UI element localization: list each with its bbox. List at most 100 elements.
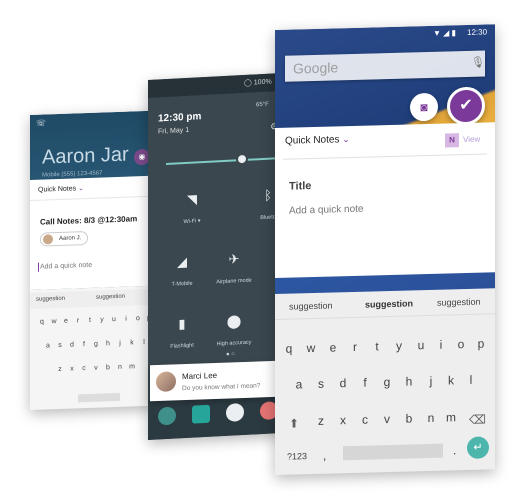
key[interactable]: n: [118, 364, 122, 371]
notification-message: Do you know what I mean?: [182, 382, 261, 393]
key[interactable]: g: [384, 375, 391, 389]
search-logo: Google: [293, 59, 339, 77]
tile-label: Airplane mode: [216, 277, 252, 286]
symbols-key[interactable]: ?123: [287, 451, 307, 462]
onenote-icon[interactable]: N: [445, 133, 459, 148]
airplane-icon: ✈: [228, 251, 240, 267]
key[interactable]: b: [406, 411, 413, 425]
key[interactable]: d: [340, 376, 347, 390]
key[interactable]: y: [396, 339, 402, 353]
key[interactable]: r: [353, 340, 357, 354]
key[interactable]: q: [286, 342, 293, 356]
quick-notes-dropdown[interactable]: Quick Notes ⌄: [38, 184, 84, 194]
brightness-slider[interactable]: [166, 156, 286, 166]
key[interactable]: f: [83, 341, 85, 348]
key[interactable]: t: [89, 317, 91, 324]
key[interactable]: c: [82, 365, 86, 372]
suggestion-item[interactable]: suggestion: [96, 294, 125, 301]
comma-key[interactable]: ,: [323, 449, 326, 463]
key[interactable]: j: [119, 340, 121, 347]
camera-icon: ◙: [420, 100, 428, 115]
space-bar[interactable]: [343, 443, 443, 461]
microphone-icon[interactable]: 🎙: [471, 56, 485, 69]
key[interactable]: v: [94, 365, 98, 372]
message-notification[interactable]: Marci Lee Do you know what I mean?: [150, 360, 278, 402]
weather-temp: 65°F: [256, 101, 269, 109]
key[interactable]: d: [70, 341, 74, 348]
key[interactable]: o: [458, 337, 465, 351]
brightness-slider-handle[interactable]: [236, 152, 248, 166]
quick-note-input[interactable]: Add a quick note: [289, 204, 364, 217]
key[interactable]: k: [130, 339, 134, 346]
avatar: [156, 371, 176, 393]
key[interactable]: h: [406, 374, 413, 388]
key[interactable]: m: [129, 363, 135, 370]
key[interactable]: w: [51, 318, 56, 325]
tile-label: T-Mobile: [171, 280, 193, 288]
search-bar[interactable]: Google 🎙: [285, 50, 485, 82]
key[interactable]: u: [418, 338, 425, 352]
key[interactable]: v: [384, 412, 390, 426]
suggestion-item[interactable]: suggestion: [437, 297, 481, 308]
key[interactable]: i: [440, 338, 443, 352]
tile-airplane-mode[interactable]: ✈ Airplane mode: [204, 250, 264, 289]
suggestion-item[interactable]: suggestion: [365, 298, 413, 309]
space-bar[interactable]: [78, 392, 120, 403]
key[interactable]: l: [143, 339, 145, 346]
keyboard-row-3: z x c v b n m: [30, 363, 155, 373]
app-drawer-icon[interactable]: [226, 402, 244, 422]
contact-chip[interactable]: Aaron J.: [40, 230, 89, 247]
battery-percent: 100%: [253, 78, 272, 87]
key[interactable]: w: [307, 341, 316, 355]
key[interactable]: y: [100, 316, 104, 323]
key[interactable]: t: [375, 339, 378, 353]
keyboard-row-1: q w e r t y u i o p: [30, 315, 155, 326]
quick-notes-dropdown[interactable]: Quick Notes ⌄: [285, 134, 350, 147]
key[interactable]: h: [106, 340, 110, 347]
key[interactable]: p: [478, 337, 485, 351]
key[interactable]: g: [94, 341, 98, 348]
key[interactable]: l: [470, 373, 473, 387]
key[interactable]: e: [330, 340, 337, 354]
tile-location[interactable]: ⬤ High accuracy: [204, 312, 264, 351]
enter-key-icon[interactable]: ↵: [467, 436, 489, 459]
tile-wifi[interactable]: ◥ Wi-Fi ▾: [162, 190, 222, 229]
key[interactable]: x: [70, 365, 74, 372]
key[interactable]: q: [40, 319, 44, 326]
key[interactable]: s: [58, 342, 62, 349]
key[interactable]: r: [77, 317, 79, 324]
phone-app-icon[interactable]: [158, 406, 176, 426]
period-key[interactable]: .: [453, 443, 456, 457]
key[interactable]: j: [430, 374, 433, 388]
key[interactable]: z: [58, 366, 62, 373]
messages-app-icon[interactable]: [192, 404, 210, 424]
key[interactable]: n: [428, 411, 435, 425]
key[interactable]: f: [363, 376, 366, 390]
key[interactable]: e: [64, 318, 68, 325]
key[interactable]: u: [112, 316, 116, 323]
key[interactable]: c: [362, 413, 368, 427]
key[interactable]: k: [448, 373, 454, 387]
key[interactable]: b: [106, 364, 110, 371]
tile-flashlight[interactable]: ▮ Flashlight: [152, 315, 212, 354]
keyboard-row-1: q w e r t y u i o p: [275, 336, 495, 356]
checkmark-icon: ✔: [459, 96, 473, 115]
tile-mobile-data[interactable]: ◢ T-Mobile: [152, 253, 212, 292]
key[interactable]: m: [446, 410, 456, 424]
key[interactable]: i: [125, 316, 127, 323]
key[interactable]: a: [46, 342, 50, 349]
key[interactable]: o: [136, 315, 140, 322]
key[interactable]: s: [318, 377, 324, 391]
quick-note-input[interactable]: Add a quick note: [40, 262, 92, 271]
shift-key-icon[interactable]: ⬆: [289, 416, 299, 430]
key[interactable]: a: [296, 377, 303, 391]
key[interactable]: z: [318, 414, 324, 428]
view-link[interactable]: View: [463, 135, 480, 144]
suggestion-item[interactable]: suggestion: [36, 296, 65, 303]
key[interactable]: x: [340, 413, 346, 427]
note-title-input[interactable]: Title: [289, 180, 311, 193]
keyboard-row-3: z x c v b n m: [275, 409, 495, 428]
backspace-key-icon[interactable]: ⌫: [469, 412, 486, 426]
suggestion-item[interactable]: suggestion: [289, 300, 333, 311]
shade-date: Fri, May 1: [158, 126, 190, 136]
